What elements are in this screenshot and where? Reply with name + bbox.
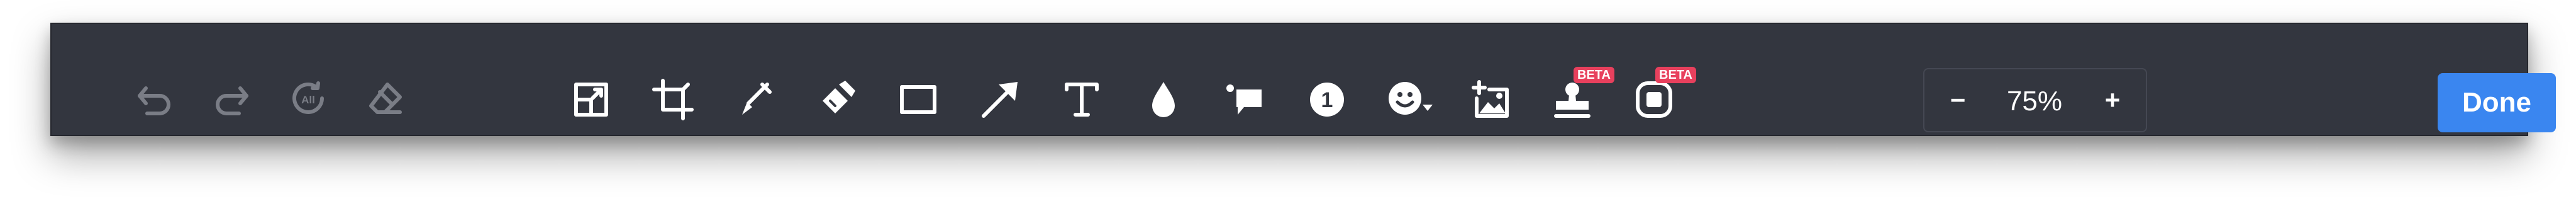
arrow-tool-button[interactable] — [971, 71, 1029, 129]
redo-icon — [216, 86, 248, 115]
crop-icon — [652, 79, 694, 120]
frame-icon — [1636, 81, 1672, 118]
emoji-icon — [1389, 82, 1433, 115]
zoom-control: − 75% + — [1923, 68, 2147, 132]
arrow-icon — [982, 82, 1018, 118]
step-number-icon: 1 — [1310, 83, 1344, 117]
undo-icon — [138, 86, 170, 115]
add-image-tool-button[interactable] — [1462, 71, 1519, 129]
undo-button[interactable] — [126, 71, 184, 129]
highlighter-icon — [823, 81, 855, 113]
emoji-tool-button[interactable] — [1380, 71, 1438, 129]
rectangle-tool-button[interactable] — [889, 71, 947, 129]
step-number-tool-button[interactable]: 1 — [1298, 71, 1356, 129]
callout-icon — [1226, 84, 1262, 115]
pen-icon — [742, 83, 772, 115]
crop-tool-button[interactable] — [644, 71, 702, 129]
eraser-icon — [369, 83, 402, 114]
done-button[interactable]: Done — [2438, 73, 2556, 132]
beta-badge: BETA — [1655, 67, 1696, 83]
zoom-level: 75% — [2006, 86, 2063, 117]
reset-all-icon: All — [292, 81, 324, 114]
step-number-label: 1 — [1321, 88, 1333, 112]
stamp-tool-button[interactable]: BETA — [1543, 67, 1614, 129]
eraser-button[interactable] — [356, 71, 414, 129]
stamp-icon — [1554, 83, 1591, 118]
add-image-icon — [1472, 80, 1509, 118]
beta-badge: BETA — [1574, 67, 1614, 83]
blur-tool-button[interactable] — [1135, 71, 1192, 129]
callout-tool-button[interactable] — [1216, 71, 1274, 129]
editor-toolbar: All 1 BETA BETA − 75% + Done — [50, 23, 2556, 136]
highlighter-tool-button[interactable] — [808, 71, 865, 129]
zoom-out-button[interactable]: − — [1936, 78, 1980, 122]
pen-tool-button[interactable] — [726, 71, 784, 129]
frame-tool-button[interactable]: BETA — [1625, 67, 1696, 129]
reset-all-button[interactable]: All — [279, 71, 337, 129]
text-icon — [1065, 83, 1099, 117]
resize-tool-button[interactable] — [562, 71, 620, 129]
text-tool-button[interactable] — [1053, 71, 1111, 129]
reset-all-label: All — [301, 94, 315, 106]
resize-icon — [574, 83, 608, 117]
blur-drop-icon — [1152, 82, 1175, 117]
redo-button[interactable] — [203, 71, 260, 129]
zoom-in-button[interactable]: + — [2090, 78, 2135, 122]
rectangle-icon — [900, 85, 936, 114]
